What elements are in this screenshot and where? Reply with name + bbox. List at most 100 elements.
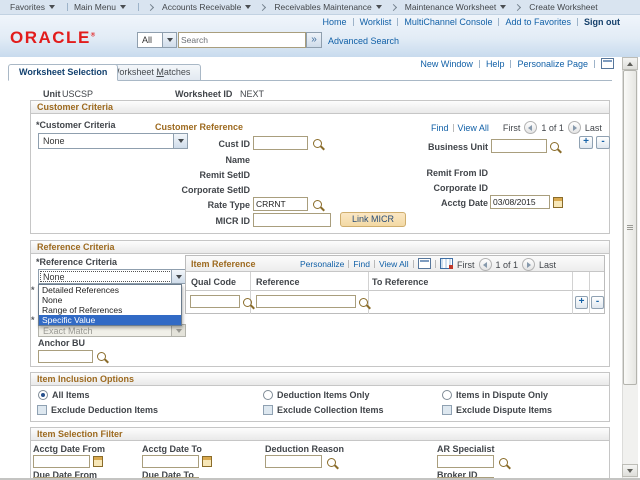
reference-criteria-select[interactable]: None: [38, 269, 186, 284]
add-row-button[interactable]: +: [579, 136, 593, 149]
checkbox-exclude-collection[interactable]: [263, 405, 273, 415]
anchor-bu-input[interactable]: [38, 350, 93, 363]
radio-items-in-dispute-only[interactable]: [442, 390, 452, 400]
breadcrumb-accounts-receivable[interactable]: Accounts Receivable: [162, 2, 241, 12]
home-link[interactable]: Home: [323, 17, 347, 27]
grid-view-all-link[interactable]: View All: [379, 259, 409, 269]
search-go-button[interactable]: »: [306, 32, 322, 48]
breadcrumb-separator-icon: [259, 3, 266, 10]
personalize-link[interactable]: Personalize: [300, 259, 344, 269]
chevron-down-icon[interactable]: [162, 33, 176, 47]
search-scope-select[interactable]: All: [137, 32, 177, 48]
personalize-page-link[interactable]: Personalize Page: [517, 59, 588, 69]
breadcrumb-receivables-maintenance[interactable]: Receivables Maintenance: [274, 2, 371, 12]
link-micr-button[interactable]: Link MICR: [340, 212, 406, 227]
reference-input[interactable]: [256, 295, 356, 308]
find-link[interactable]: Find: [431, 123, 449, 133]
pager-first-label: First: [503, 123, 521, 133]
ar-specialist-input[interactable]: [437, 455, 494, 468]
worklist-link[interactable]: Worklist: [360, 17, 392, 27]
multichannel-console-link[interactable]: MultiChannel Console: [404, 17, 492, 27]
add-to-favorites-link[interactable]: Add to Favorites: [505, 17, 571, 27]
cust-id-lookup-icon[interactable]: [313, 139, 322, 148]
customer-criteria-header: Customer Criteria: [30, 100, 610, 114]
dropdown-option-selected[interactable]: Specific Value: [39, 315, 181, 325]
scroll-up-button[interactable]: [622, 57, 638, 70]
chevron-down-icon: [500, 5, 506, 9]
deduction-reason-lookup-icon[interactable]: [327, 458, 336, 467]
rate-type-lookup-icon[interactable]: [313, 200, 322, 209]
previous-row-icon[interactable]: [524, 121, 537, 134]
checkbox-exclude-deduction[interactable]: [37, 405, 47, 415]
grid-add-row-button[interactable]: +: [575, 296, 588, 309]
delete-row-button[interactable]: -: [596, 136, 610, 149]
micr-id-input[interactable]: [253, 213, 331, 227]
grid-find-link[interactable]: Find: [353, 259, 370, 269]
breadcrumb: Favorites Main Menu Accounts Receivable …: [0, 0, 640, 15]
col-qual-code: Qual Code: [191, 277, 236, 287]
grid-pager: First 1 of 1 Last: [457, 258, 556, 271]
hidden-required-asterisk: *: [31, 315, 35, 325]
page-bar: New Window Help Personalize Page: [420, 58, 614, 69]
advanced-search-link[interactable]: Advanced Search: [328, 36, 399, 46]
cust-id-input[interactable]: [253, 136, 308, 150]
ar-specialist-lookup-icon[interactable]: [499, 458, 508, 467]
download-grid-icon[interactable]: [418, 258, 431, 269]
rate-type-input[interactable]: [253, 197, 308, 211]
deduction-reason-input[interactable]: [265, 455, 322, 468]
col-to-reference: To Reference: [372, 277, 428, 287]
col-reference: Reference: [256, 277, 300, 287]
dropdown-option[interactable]: None: [39, 295, 181, 305]
dropdown-option[interactable]: Detailed References: [39, 285, 181, 295]
acctg-date-from-calendar-icon[interactable]: [93, 456, 103, 467]
hidden-required-asterisk: *: [31, 285, 35, 295]
chevron-down-icon[interactable]: [171, 270, 185, 283]
customer-reference-title: Customer Reference: [155, 122, 243, 132]
business-unit-lookup-icon[interactable]: [550, 142, 559, 151]
acctg-date-from-input[interactable]: [33, 455, 90, 468]
reference-lookup-icon[interactable]: [359, 298, 368, 307]
unit-label: Unit: [43, 89, 61, 99]
help-link[interactable]: Help: [486, 59, 505, 69]
grid-delete-row-button[interactable]: -: [591, 296, 604, 309]
new-window-link[interactable]: New Window: [420, 59, 473, 69]
breadcrumb-create-worksheet[interactable]: Create Worksheet: [529, 2, 597, 12]
radio-deduction-items-only[interactable]: [263, 390, 273, 400]
reference-criteria-dropdown-list: Detailed References None Range of Refere…: [38, 284, 182, 326]
item-selection-filter-header: Item Selection Filter: [30, 427, 610, 441]
next-row-icon[interactable]: [522, 258, 535, 271]
tab-worksheet-selection[interactable]: Worksheet Selection: [8, 64, 118, 81]
anchor-bu-lookup-icon[interactable]: [97, 352, 106, 361]
oracle-logo: ORACLE®: [10, 28, 95, 48]
scroll-down-button[interactable]: [622, 464, 638, 477]
business-unit-input[interactable]: [491, 139, 547, 153]
ar-specialist-label: AR Specialist: [437, 444, 495, 454]
next-row-icon[interactable]: [568, 121, 581, 134]
acctg-date-label: Acctg Date: [380, 198, 488, 208]
previous-row-icon[interactable]: [479, 258, 492, 271]
breadcrumb-main-menu[interactable]: Main Menu: [74, 2, 116, 12]
acctg-date-to-calendar-icon[interactable]: [202, 456, 212, 467]
personalize-layout-icon[interactable]: [601, 58, 614, 69]
radio-all-items[interactable]: [38, 390, 48, 400]
scrollbar-thumb[interactable]: [623, 70, 637, 385]
dropdown-option[interactable]: Range of References: [39, 305, 181, 315]
customer-reference-pager: Find View All First 1 of 1 Last: [431, 121, 602, 134]
sign-out-link[interactable]: Sign out: [584, 17, 620, 27]
acctg-date-input[interactable]: [490, 195, 550, 209]
qual-code-input[interactable]: [190, 295, 240, 308]
deduction-reason-label: Deduction Reason: [265, 444, 344, 454]
breadcrumb-favorites[interactable]: Favorites: [10, 2, 45, 12]
acctg-date-to-input[interactable]: [142, 455, 199, 468]
view-all-link[interactable]: View All: [458, 123, 489, 133]
qual-code-lookup-icon[interactable]: [243, 298, 252, 307]
chevron-down-icon: [49, 5, 55, 9]
zoom-grid-icon[interactable]: [440, 258, 453, 269]
pager-last-label: Last: [585, 123, 602, 133]
breadcrumb-maintenance-worksheet[interactable]: Maintenance Worksheet: [405, 2, 497, 12]
worksheet-id-value: NEXT: [240, 89, 264, 99]
checkbox-exclude-dispute[interactable]: [442, 405, 452, 415]
acctg-date-calendar-icon[interactable]: [553, 197, 563, 208]
name-label: Name: [140, 155, 250, 165]
search-input[interactable]: [178, 32, 306, 48]
